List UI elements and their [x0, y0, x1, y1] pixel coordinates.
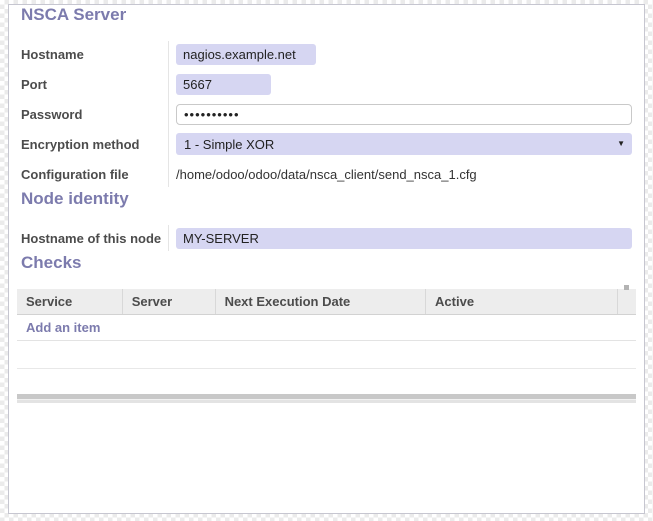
- encryption-method-select[interactable]: 1 - Simple XOR ▼: [176, 133, 632, 155]
- configuration-file-label: Configuration file: [21, 167, 168, 182]
- configuration-file-row: Configuration file /home/odoo/odoo/data/…: [21, 159, 632, 189]
- node-hostname-input[interactable]: [176, 228, 632, 249]
- configuration-file-value: /home/odoo/odoo/data/nsca_client/send_ns…: [176, 167, 477, 182]
- column-header-service[interactable]: Service: [17, 289, 122, 314]
- password-row: Password: [21, 99, 632, 129]
- node-identity-section-title: Node identity: [21, 189, 632, 209]
- encryption-method-label: Encryption method: [21, 137, 168, 152]
- port-row: Port: [21, 69, 632, 99]
- encryption-method-selected-value: 1 - Simple XOR: [184, 137, 274, 152]
- hostname-row: Hostname: [21, 39, 632, 69]
- chevron-down-icon: ▼: [617, 140, 625, 148]
- horizontal-scrollbar[interactable]: [17, 394, 636, 403]
- checks-header-row: Service Server Next Execution Date Activ…: [17, 289, 636, 314]
- nsca-server-form: Hostname Port Password Encryption method…: [21, 39, 632, 189]
- checks-section-title: Checks: [21, 253, 632, 273]
- port-input[interactable]: [176, 74, 271, 95]
- nsca-server-section-title: NSCA Server: [21, 5, 632, 25]
- node-identity-form: Hostname of this node: [21, 223, 632, 253]
- password-input[interactable]: [176, 104, 632, 125]
- checks-table: Service Server Next Execution Date Activ…: [17, 289, 636, 369]
- add-item-row: Add an item: [17, 314, 636, 340]
- column-header-server[interactable]: Server: [122, 289, 215, 314]
- password-label: Password: [21, 107, 168, 122]
- checks-table-container: Service Server Next Execution Date Activ…: [17, 289, 636, 369]
- column-header-next-execution-date[interactable]: Next Execution Date: [215, 289, 425, 314]
- hostname-input[interactable]: [176, 44, 316, 65]
- node-hostname-label: Hostname of this node: [21, 231, 168, 246]
- column-header-active[interactable]: Active: [426, 289, 618, 314]
- form-sheet: NSCA Server Hostname Port Password Encry…: [8, 4, 645, 514]
- hostname-label: Hostname: [21, 47, 168, 62]
- add-an-item-link[interactable]: Add an item: [26, 320, 100, 335]
- page-background: { "sections": { "nsca_server": { "title"…: [0, 0, 653, 521]
- empty-table-row: [17, 340, 636, 368]
- table-corner-marker: [624, 285, 629, 290]
- node-hostname-row: Hostname of this node: [21, 223, 632, 253]
- encryption-method-row: Encryption method 1 - Simple XOR ▼: [21, 129, 632, 159]
- column-header-spacer: [617, 289, 636, 314]
- port-label: Port: [21, 77, 168, 92]
